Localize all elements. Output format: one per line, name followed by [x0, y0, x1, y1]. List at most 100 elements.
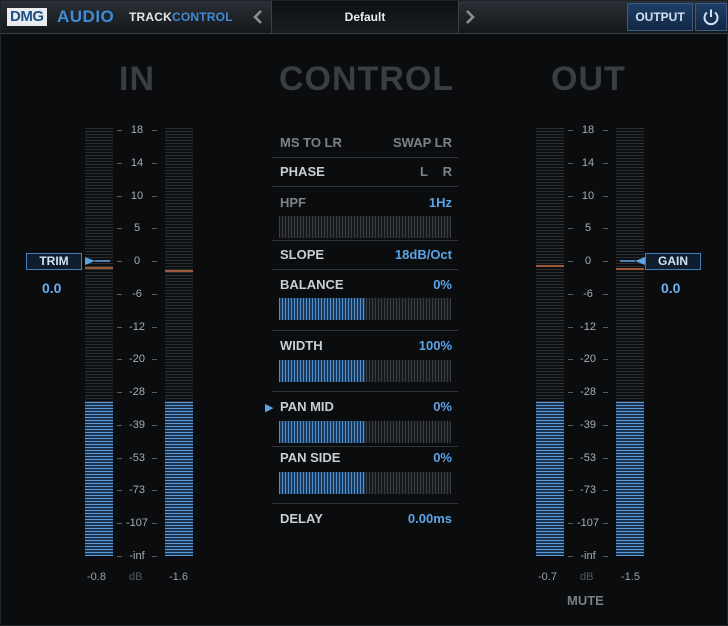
- scale-tick: -12: [117, 320, 157, 334]
- scale-tick: 14: [117, 156, 157, 170]
- output-peak-left: -0.7: [538, 571, 557, 583]
- input-meter-right-peak: [165, 270, 193, 272]
- preset-prev-button[interactable]: [245, 1, 271, 33]
- output-meter-left-fill: [536, 401, 564, 556]
- section-title-control: CONTROL: [279, 60, 455, 98]
- input-meter-left-fill: [85, 401, 113, 556]
- input-peak-left: -0.8: [87, 571, 106, 583]
- balance-value[interactable]: 0%: [433, 277, 452, 293]
- delay-value-unit: ms: [433, 511, 452, 526]
- hpf-value[interactable]: 1Hz: [429, 195, 452, 211]
- pan-side-label: PAN SIDE: [280, 450, 341, 465]
- output-meter-left: [536, 128, 564, 556]
- scale-tick: -20: [568, 352, 608, 366]
- product-name-control: CONTROL: [172, 10, 233, 24]
- pan-mid-slider[interactable]: [279, 421, 451, 443]
- preset-next-button[interactable]: [457, 1, 483, 33]
- pan-mid-label: PAN MID: [280, 399, 334, 414]
- width-slider-fill: [279, 360, 365, 382]
- output-db-unit: dB: [580, 571, 594, 583]
- preset-selector[interactable]: Default: [271, 1, 459, 33]
- phase-row: PHASE L R: [272, 158, 458, 187]
- pan-side-slider[interactable]: [279, 472, 451, 494]
- output-button[interactable]: OUTPUT: [627, 3, 693, 31]
- hpf-slider[interactable]: [279, 216, 451, 238]
- width-slider[interactable]: [279, 360, 451, 382]
- scale-tick: -107: [568, 516, 608, 530]
- balance-slider-fill: [279, 298, 365, 320]
- product-name: TRACKCONTROL: [129, 10, 233, 24]
- phase-label: PHASE: [280, 164, 325, 179]
- scale-tick: -20: [117, 352, 157, 366]
- output-meter-right: [616, 128, 644, 556]
- slope-label: SLOPE: [280, 247, 325, 262]
- product-name-track: TRACK: [129, 10, 172, 24]
- width-value[interactable]: 100%: [419, 338, 452, 354]
- scale-tick: -73: [568, 483, 608, 497]
- scale-tick: -28: [568, 385, 608, 399]
- delay-row: DELAY 0.00ms: [272, 504, 458, 534]
- output-meter-right-fill: [616, 401, 644, 556]
- scale-tick: 5: [568, 221, 608, 235]
- pan-side-slider-fill: [279, 472, 365, 494]
- scale-tick: -53: [117, 451, 157, 465]
- chevron-right-icon: [466, 10, 475, 24]
- gain-slider-handle[interactable]: [619, 255, 647, 267]
- trim-value[interactable]: 0.0: [42, 280, 61, 296]
- input-meter-left-peak: [85, 267, 113, 269]
- phase-l-button[interactable]: L: [420, 164, 428, 180]
- input-meter-right: [165, 128, 193, 556]
- scale-tick: -6: [568, 287, 608, 301]
- scale-tick: -39: [117, 418, 157, 432]
- delay-label: DELAY: [280, 511, 323, 526]
- scale-tick: -28: [117, 385, 157, 399]
- width-label: WIDTH: [280, 338, 323, 353]
- slope-value-number: 18: [394, 247, 410, 262]
- scale-tick: 10: [568, 189, 608, 203]
- power-button[interactable]: [695, 3, 727, 31]
- balance-slider[interactable]: [279, 298, 451, 320]
- delay-value[interactable]: 0.00ms: [408, 511, 452, 527]
- scale-tick: -107: [117, 516, 157, 530]
- ms-to-lr-button[interactable]: MS TO LR: [280, 135, 342, 151]
- scale-tick: 0: [117, 254, 157, 268]
- output-meter-left-peak: [536, 265, 564, 267]
- gain-value[interactable]: 0.0: [661, 280, 680, 296]
- output-scale: 18 14 10 5 0 -6 -12 -20 -28 -39 -53 -73 -107 -inf: [568, 121, 608, 566]
- input-peak-right: -1.6: [169, 571, 188, 583]
- scale-tick: -6: [117, 287, 157, 301]
- scale-tick: 10: [117, 189, 157, 203]
- slope-value-unit: dB/Oct: [409, 247, 452, 262]
- pan-side-value[interactable]: 0%: [433, 450, 452, 466]
- gain-label: GAIN: [645, 253, 701, 270]
- swap-lr-button[interactable]: SWAP LR: [393, 135, 452, 151]
- scale-tick: 18: [568, 123, 608, 137]
- phase-r-button[interactable]: R: [443, 164, 452, 180]
- input-scale: 18 14 10 5 0 -6 -12 -20 -28 -39 -53 -73 -107 -inf: [117, 121, 157, 566]
- scale-tick: -39: [568, 418, 608, 432]
- brand-logo-dmg: DMG: [7, 8, 47, 26]
- input-meter-right-fill: [165, 401, 193, 556]
- section-title-out: OUT: [551, 60, 626, 98]
- trim-label: TRIM: [26, 253, 82, 270]
- mute-button[interactable]: MUTE: [567, 593, 604, 609]
- scale-tick: 18: [117, 123, 157, 137]
- input-meter-left: [85, 128, 113, 556]
- scale-tick: -73: [117, 483, 157, 497]
- delay-value-number: 0.00: [407, 511, 434, 526]
- hpf-label: HPF: [280, 195, 306, 210]
- pan-mid-value[interactable]: 0%: [433, 399, 452, 415]
- scale-tick: -inf: [117, 549, 157, 563]
- ms-swap-row: MS TO LR SWAP LR: [272, 129, 458, 158]
- power-icon: [703, 9, 719, 26]
- slope-value[interactable]: 18dB/Oct: [395, 247, 452, 263]
- balance-label: BALANCE: [280, 277, 344, 292]
- scale-tick: 5: [117, 221, 157, 235]
- hpf-value-unit: Hz: [436, 195, 452, 210]
- chevron-left-icon: [253, 10, 262, 24]
- brand-logo-audio: AUDIO: [57, 7, 115, 26]
- slope-row: SLOPE 18dB/Oct: [272, 241, 458, 270]
- input-db-unit: dB: [129, 571, 143, 583]
- pan-mid-slider-fill: [279, 421, 365, 443]
- trim-slider-handle[interactable]: [83, 255, 111, 267]
